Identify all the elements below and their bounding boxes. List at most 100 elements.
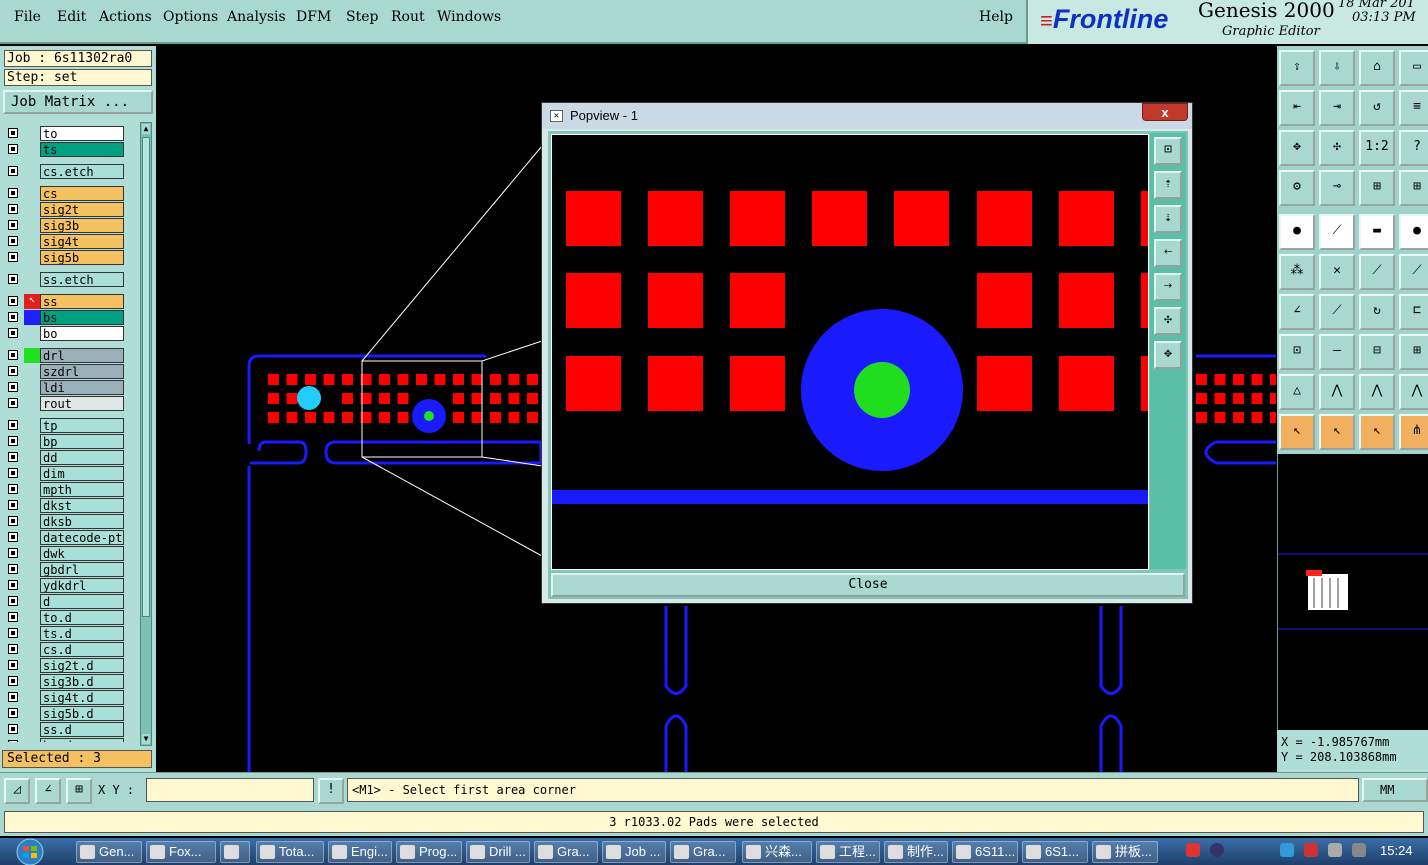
arc-2-icon[interactable]: ⟋ [1399,254,1428,290]
layer-checkbox[interactable] [8,548,18,558]
menu-windows[interactable]: Windows [437,9,501,25]
taskbar-button[interactable]: 6S1... [1022,841,1088,863]
layer-row[interactable]: to.d [4,610,124,625]
taskbar-button[interactable]: Gra... [534,841,598,863]
layer-row[interactable]: cs.d [4,642,124,657]
tray-app-icon[interactable] [1186,843,1200,857]
layer-row[interactable]: sig4t.d [4,690,124,705]
layer-checkbox[interactable] [8,296,18,306]
peak-2-icon[interactable]: ⋀ [1359,374,1395,410]
layer-color-swatch[interactable] [24,690,40,705]
taskbar-button[interactable]: Gra... [670,841,736,863]
menu-dfm[interactable]: DFM [296,9,331,25]
taskbar-button[interactable]: Fox... [146,841,216,863]
move-down-icon[interactable]: ⇩ [1319,50,1355,86]
menu-edit[interactable]: Edit [57,9,86,25]
layer-checkbox[interactable] [8,676,18,686]
layer-row[interactable]: sig5b [4,250,124,265]
angle-icon[interactable]: ∠ [35,778,61,804]
layer-checkbox[interactable] [8,692,18,702]
layer-name[interactable]: ss.etch [40,272,124,287]
layer-row[interactable]: sig3b [4,218,124,233]
move-right-icon[interactable]: ⇥ [1319,90,1355,126]
layer-checkbox[interactable] [8,328,18,338]
taskbar-button[interactable]: 兴森... [742,841,812,863]
move-up-icon[interactable]: ⇪ [1279,50,1315,86]
layer-row[interactable]: sig4t [4,234,124,249]
layer-name[interactable]: szdrl [40,364,124,379]
layer-row[interactable]: dd [4,450,124,465]
layer-row[interactable]: tp [4,418,124,433]
scroll-up-icon[interactable]: ▲ [142,124,150,134]
layer-checkbox[interactable] [8,366,18,376]
dash-icon[interactable]: — [1319,334,1355,370]
taskbar-button[interactable]: 制作... [884,841,948,863]
layer-checkbox[interactable] [8,468,18,478]
layer-color-swatch[interactable] [24,450,40,465]
layer-color-swatch[interactable] [24,348,40,363]
layer-list-scrollbar[interactable]: ▲ ▼ [140,122,152,746]
layer-color-swatch[interactable] [24,594,40,609]
layer-color-swatch[interactable] [24,514,40,529]
layer-name[interactable]: bo [40,326,124,341]
layer-row[interactable]: d [4,594,124,609]
layer-row[interactable]: ts [4,142,124,157]
layer-name[interactable]: to.d [40,610,124,625]
select-net-icon[interactable]: ⊞ [1359,170,1395,206]
pointer-icon[interactable]: ↖ [1279,414,1315,450]
move-left-icon[interactable]: ⇤ [1279,90,1315,126]
layer-color-swatch[interactable] [24,218,40,233]
layer-name[interactable]: ts.d [40,626,124,641]
pan-left-icon[interactable]: ⇠ [1154,239,1182,267]
measure-icon[interactable]: ⊟ [1359,334,1395,370]
layer-row[interactable]: dksb [4,514,124,529]
layer-name[interactable]: dd [40,450,124,465]
popview-zoom-view[interactable] [551,134,1149,570]
zoom-center-icon[interactable]: ✣ [1319,130,1355,166]
layer-name[interactable]: sig3b.d [40,674,124,689]
layer-name[interactable]: to [40,126,124,141]
zoom-fit-icon[interactable]: ✥ [1279,130,1315,166]
layer-name[interactable]: sig2t [40,202,124,217]
layer-checkbox[interactable] [8,484,18,494]
layer-row[interactable]: ss.etch [4,272,124,287]
taskbar-button[interactable]: 6S11... [952,841,1018,863]
layer-checkbox[interactable] [8,532,18,542]
layer-name[interactable]: dkst [40,498,124,513]
taskbar-button[interactable] [220,841,250,863]
tray-volume-icon[interactable] [1328,843,1342,857]
pointer-3-icon[interactable]: ↖ [1359,414,1395,450]
layer-name[interactable]: bs [40,310,124,325]
layer-name[interactable]: datecode-ptc [40,530,124,545]
menu-options[interactable]: Options [163,9,218,25]
zoom-in-icon[interactable]: ✣ [1154,307,1182,335]
layer-color-swatch[interactable] [24,364,40,379]
xy-input[interactable] [146,778,314,802]
ruler-icon[interactable]: ▬ [1359,214,1395,250]
layer-color-swatch[interactable] [24,234,40,249]
zoom-fit-icon[interactable]: ⊡ [1154,137,1182,165]
layer-row[interactable]: dkst [4,498,124,513]
layer-color-swatch[interactable] [24,250,40,265]
layer-name[interactable]: drl [40,348,124,363]
layer-checkbox[interactable] [8,644,18,654]
help-icon[interactable]: ? [1399,130,1428,166]
layer-name[interactable]: cs [40,186,124,201]
layer-color-swatch[interactable] [24,610,40,625]
layer-checkbox[interactable] [8,628,18,638]
layer-checkbox[interactable] [8,660,18,670]
layer-row[interactable]: dim [4,466,124,481]
layer-name[interactable]: ss.d [40,722,124,737]
layer-color-swatch[interactable] [24,434,40,449]
layer-row[interactable]: sig5b.d [4,706,124,721]
layer-row[interactable]: rout [4,396,124,411]
taskbar-button[interactable]: 工程... [816,841,880,863]
layer-row[interactable]: szdrl [4,364,124,379]
layer-color-swatch[interactable] [24,310,40,325]
layer-checkbox[interactable] [8,220,18,230]
layer-checkbox[interactable] [8,188,18,198]
angle-icon[interactable]: ∠ [1279,294,1315,330]
layer-color-swatch[interactable] [24,164,40,179]
layer-name[interactable]: sig5b [40,250,124,265]
menu-actions[interactable]: Actions [99,9,152,25]
